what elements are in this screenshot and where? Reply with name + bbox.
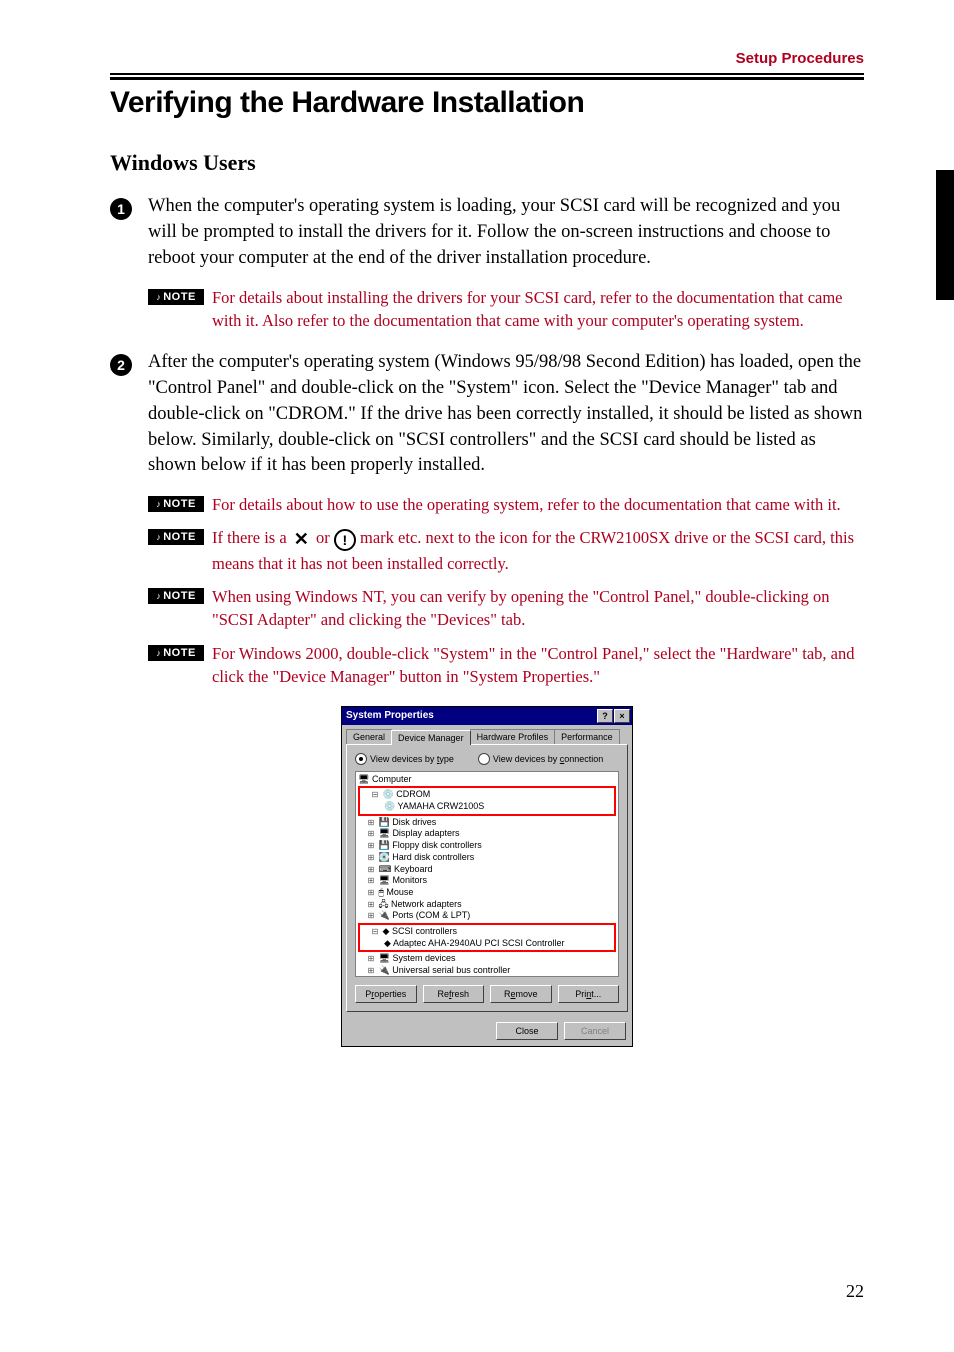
radio-icon (355, 753, 367, 765)
tree-item[interactable]: ⊞ 🖱 Mouse (358, 887, 616, 899)
titlebar-buttons: ?× (596, 709, 630, 723)
step-2-text: After the computer's operating system (W… (148, 350, 864, 479)
step-1-marker: 1 (110, 194, 148, 272)
tab-performance[interactable]: Performance (554, 729, 620, 744)
radio-by-type[interactable]: View devices by type (355, 753, 454, 765)
tree-item[interactable]: ⊞ 🔌 Ports (COM & LPT) (358, 910, 616, 922)
cdrom-highlight: ⊟ 💿 CDROM 💿 YAMAHA CRW2100S (358, 786, 616, 815)
tab-device-manager[interactable]: Device Manager (391, 730, 471, 745)
refresh-button[interactable]: Refresh (423, 985, 485, 1003)
close-button[interactable]: × (614, 709, 630, 723)
note-badge: ♪NOTE (148, 289, 204, 305)
subheading: Windows Users (110, 150, 864, 176)
tab-panel: View devices by type View devices by con… (346, 744, 628, 1012)
window-title: System Properties (346, 710, 434, 721)
note-4: ♪NOTE When using Windows NT, you can ver… (148, 585, 864, 631)
tree-item[interactable]: ⊞ 💾 Disk drives (358, 817, 616, 829)
tree-root-node[interactable]: 🖥 Computer (358, 774, 616, 786)
tree-item[interactable]: ⊞ 💾 Floppy disk controllers (358, 840, 616, 852)
step-2-marker: 2 (110, 350, 148, 479)
note-3-text: If there is a ✕ or ! mark etc. next to t… (212, 526, 864, 575)
note-3: ♪NOTE If there is a ✕ or ! mark etc. nex… (148, 526, 864, 575)
radio-by-connection[interactable]: View devices by connection (478, 753, 603, 765)
step-2: 2 After the computer's operating system … (110, 350, 864, 479)
x-mark-icon: ✕ (294, 527, 309, 552)
step-1-text: When the computer's operating system is … (148, 194, 864, 272)
note-2: ♪NOTE For details about how to use the o… (148, 493, 864, 516)
device-tree[interactable]: 🖥 Computer ⊟ 💿 CDROM 💿 YAMAHA CRW2100S ⊞… (355, 771, 619, 977)
panel-button-row: Properties Refresh Remove Print... (355, 985, 619, 1003)
note-1: ♪NOTE For details about installing the d… (148, 286, 864, 332)
tree-cdrom-child[interactable]: 💿 YAMAHA CRW2100S (370, 801, 612, 813)
header-rule (110, 73, 864, 75)
tree-item[interactable]: ⊞ 🔌 Universal serial bus controller (358, 965, 616, 977)
tree-item[interactable]: ⊞ 💽 Hard disk controllers (358, 852, 616, 864)
page-title: Verifying the Hardware Installation (110, 86, 864, 120)
tree-item[interactable]: ⊞ 🖥 Monitors (358, 875, 616, 887)
side-thumb-tab (936, 170, 954, 300)
exclamation-circle-icon: ! (334, 529, 356, 551)
note-2-text: For details about how to use the operati… (212, 493, 864, 516)
tree-scsi-child[interactable]: ◆ Adaptec AHA-2940AU PCI SCSI Controller (370, 938, 612, 950)
view-mode-radios: View devices by type View devices by con… (355, 753, 619, 765)
tree-cdrom[interactable]: ⊟ 💿 CDROM (362, 789, 612, 801)
window-titlebar: System Properties ?× (342, 707, 632, 725)
note-badge: ♪NOTE (148, 529, 204, 545)
running-header: Setup Procedures (110, 50, 864, 67)
note-badge: ♪NOTE (148, 496, 204, 512)
tree-item[interactable]: ⊞ 🖥 System devices (358, 953, 616, 965)
tree-scsi[interactable]: ⊟ ◆ SCSI controllers (362, 926, 612, 938)
scsi-highlight: ⊟ ◆ SCSI controllers ◆ Adaptec AHA-2940A… (358, 923, 616, 952)
page: Setup Procedures Verifying the Hardware … (0, 0, 954, 1352)
note-5: ♪NOTE For Windows 2000, double-click "Sy… (148, 642, 864, 688)
dialog-button-row: Close Cancel (342, 1016, 632, 1046)
note-badge: ♪NOTE (148, 588, 204, 604)
cancel-button: Cancel (564, 1022, 626, 1040)
note-5-text: For Windows 2000, double-click "System" … (212, 642, 864, 688)
system-properties-window: System Properties ?× General Device Mana… (341, 706, 633, 1047)
note-1-text: For details about installing the drivers… (212, 286, 864, 332)
print-button[interactable]: Print... (558, 985, 620, 1003)
remove-button[interactable]: Remove (490, 985, 552, 1003)
tree-item[interactable]: ⊞ 🖥 Display adapters (358, 828, 616, 840)
radio-icon (478, 753, 490, 765)
tab-strip: General Device Manager Hardware Profiles… (342, 725, 632, 744)
note-badge: ♪NOTE (148, 645, 204, 661)
note-4-text: When using Windows NT, you can verify by… (212, 585, 864, 631)
title-block: Verifying the Hardware Installation (110, 77, 864, 120)
properties-button[interactable]: Properties (355, 985, 417, 1003)
step-1: 1 When the computer's operating system i… (110, 194, 864, 272)
tree-item[interactable]: ⊞ 🖧 Network adapters (358, 899, 616, 911)
tab-hardware-profiles[interactable]: Hardware Profiles (470, 729, 556, 744)
help-button[interactable]: ? (597, 709, 613, 723)
tree-item[interactable]: ⊞ ⌨ Keyboard (358, 864, 616, 876)
close-button[interactable]: Close (496, 1022, 558, 1040)
page-number: 22 (846, 1281, 864, 1302)
tab-general[interactable]: General (346, 729, 392, 744)
screenshot-figure: System Properties ?× General Device Mana… (110, 706, 864, 1047)
